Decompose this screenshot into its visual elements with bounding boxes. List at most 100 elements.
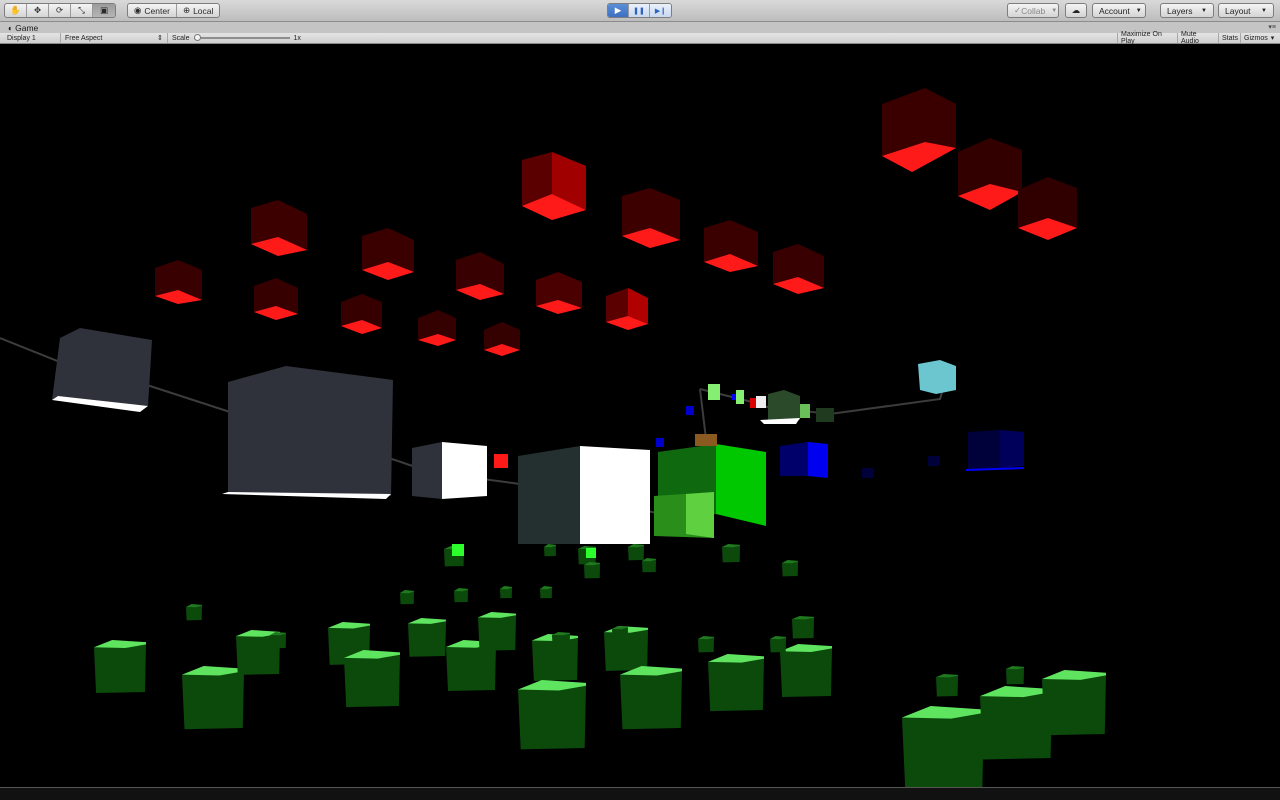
step-button[interactable]: ▶❙ xyxy=(650,4,671,17)
chevron-down-icon: ▼ xyxy=(1135,7,1142,14)
pivot-center-label: Center xyxy=(144,5,170,16)
green-cube xyxy=(1042,670,1106,736)
scale-value: 1x xyxy=(293,34,301,42)
chevron-down-icon: ▼ xyxy=(1051,7,1058,14)
green-cube xyxy=(980,686,1052,760)
main-toolbar: ✋ ✥ ⟳ ⤡ ▣ ◉ Center ⊕ Local ▶ ❚❚ ▶❙ ✓ Col… xyxy=(0,0,1280,22)
green-cube xyxy=(612,626,628,643)
game-tab-bar: ◖ Game ▾≡ xyxy=(0,22,1280,33)
red-cube xyxy=(704,220,758,272)
green-cube xyxy=(94,640,146,694)
tab-options-icon[interactable]: ▾≡ xyxy=(1268,23,1276,31)
scene-render xyxy=(0,88,1106,787)
hand-tool-button[interactable]: ✋ xyxy=(5,4,27,17)
pivot-local-button[interactable]: ⊕ Local xyxy=(177,4,219,17)
hand-icon: ✋ xyxy=(10,5,21,15)
stats-toggle[interactable]: Stats xyxy=(1218,33,1240,43)
red-cube xyxy=(522,152,586,220)
red-cube xyxy=(1018,177,1077,240)
gray-cube xyxy=(222,366,393,499)
chevron-down-icon: ▼ xyxy=(1261,7,1267,14)
layout-dropdown[interactable]: Layout ▼ xyxy=(1218,3,1274,18)
move-tool-button[interactable]: ✥ xyxy=(27,4,49,17)
green-cube xyxy=(628,544,644,561)
red-cube xyxy=(254,278,298,320)
scale-slider[interactable] xyxy=(193,34,290,41)
red-cube xyxy=(958,138,1022,210)
maximize-on-play-label: Maximize On Play xyxy=(1121,31,1162,45)
cyan-cube xyxy=(918,360,956,394)
aspect-select[interactable]: Free Aspect ⇕ xyxy=(61,33,168,43)
red-cube xyxy=(622,188,680,248)
tab-game[interactable]: ◖ Game xyxy=(3,22,42,33)
green-cube xyxy=(584,562,600,579)
red-cube xyxy=(484,322,520,356)
layers-label: Layers xyxy=(1167,5,1193,16)
red-cube xyxy=(418,310,456,346)
scale-icon: ⤡ xyxy=(78,5,85,15)
red-cube xyxy=(456,252,504,300)
red-cube xyxy=(606,288,648,330)
gizmos-dropdown[interactable]: Gizmos ▾ xyxy=(1240,33,1278,43)
rotate-tool-button[interactable]: ⟳ xyxy=(49,4,71,17)
green-cube xyxy=(780,644,832,698)
move-icon: ✥ xyxy=(33,5,42,15)
gray-cube-group xyxy=(52,328,650,544)
red-cube xyxy=(362,228,414,280)
green-cube xyxy=(1006,666,1024,685)
account-label: Account xyxy=(1099,5,1130,16)
green-cube xyxy=(544,544,556,557)
green-cube xyxy=(620,666,682,730)
maximize-on-play-toggle[interactable]: Maximize On Play xyxy=(1117,31,1177,45)
red-cube xyxy=(882,88,956,172)
scale-tool-button[interactable]: ⤡ xyxy=(71,4,93,17)
layers-dropdown[interactable]: Layers ▼ xyxy=(1160,3,1214,18)
green-cube xyxy=(698,636,714,653)
green-cube xyxy=(936,674,958,697)
green-cube xyxy=(792,616,814,639)
playback-controls: ▶ ❚❚ ▶❙ xyxy=(607,3,672,18)
white-cube xyxy=(518,446,650,544)
mute-audio-toggle[interactable]: Mute Audio xyxy=(1177,31,1218,45)
cloud-icon: ☁ xyxy=(1071,5,1081,15)
green-cube xyxy=(500,586,512,599)
pivot-icon: ◉ xyxy=(134,5,142,15)
green-cube xyxy=(408,618,446,657)
cloud-button[interactable]: ☁ xyxy=(1065,3,1087,18)
game-view-controls: Display 1 Free Aspect ⇕ Scale 1x Maximiz… xyxy=(0,31,1280,45)
rotate-icon: ⟳ xyxy=(55,5,64,15)
transform-tools: ✋ ✥ ⟳ ⤡ ▣ xyxy=(4,3,116,18)
green-cube xyxy=(782,560,798,577)
red-cube xyxy=(536,272,582,314)
chevron-down-icon: ▼ xyxy=(1201,7,1207,14)
aspect-label: Free Aspect xyxy=(65,34,103,42)
green-cube xyxy=(270,632,286,649)
pivot-toggles: ◉ Center ⊕ Local xyxy=(127,3,221,18)
gizmos-label: Gizmos xyxy=(1244,34,1268,42)
game-viewport[interactable] xyxy=(0,44,1280,787)
green-cube-bright xyxy=(586,548,596,558)
account-dropdown[interactable]: Account ▼ xyxy=(1092,3,1146,18)
green-cube xyxy=(478,612,516,651)
green-cube-field xyxy=(94,544,1106,787)
chevron-down-icon: ▾ xyxy=(1270,35,1275,42)
step-icon: ▶❙ xyxy=(654,7,667,15)
red-cube xyxy=(773,244,824,294)
play-button[interactable]: ▶ xyxy=(608,4,629,17)
green-cube xyxy=(540,586,552,599)
scale-slider-knob[interactable] xyxy=(193,34,201,41)
green-cube xyxy=(902,706,984,787)
display-select[interactable]: Display 1 xyxy=(3,33,61,43)
green-cube xyxy=(454,588,468,603)
pause-icon: ❚❚ xyxy=(633,7,645,15)
red-cube xyxy=(251,200,307,256)
collab-label: Collab xyxy=(1021,5,1046,16)
collab-dropdown[interactable]: ✓ Collab ▼ xyxy=(1007,3,1059,18)
pause-button[interactable]: ❚❚ xyxy=(629,4,650,17)
green-center-cube xyxy=(654,434,766,538)
pivot-center-button[interactable]: ◉ Center xyxy=(128,4,177,17)
updown-icon: ⇕ xyxy=(157,35,163,42)
layout-label: Layout xyxy=(1225,5,1251,16)
mute-audio-label: Mute Audio xyxy=(1181,31,1199,45)
rect-tool-button[interactable]: ▣ xyxy=(93,4,115,17)
